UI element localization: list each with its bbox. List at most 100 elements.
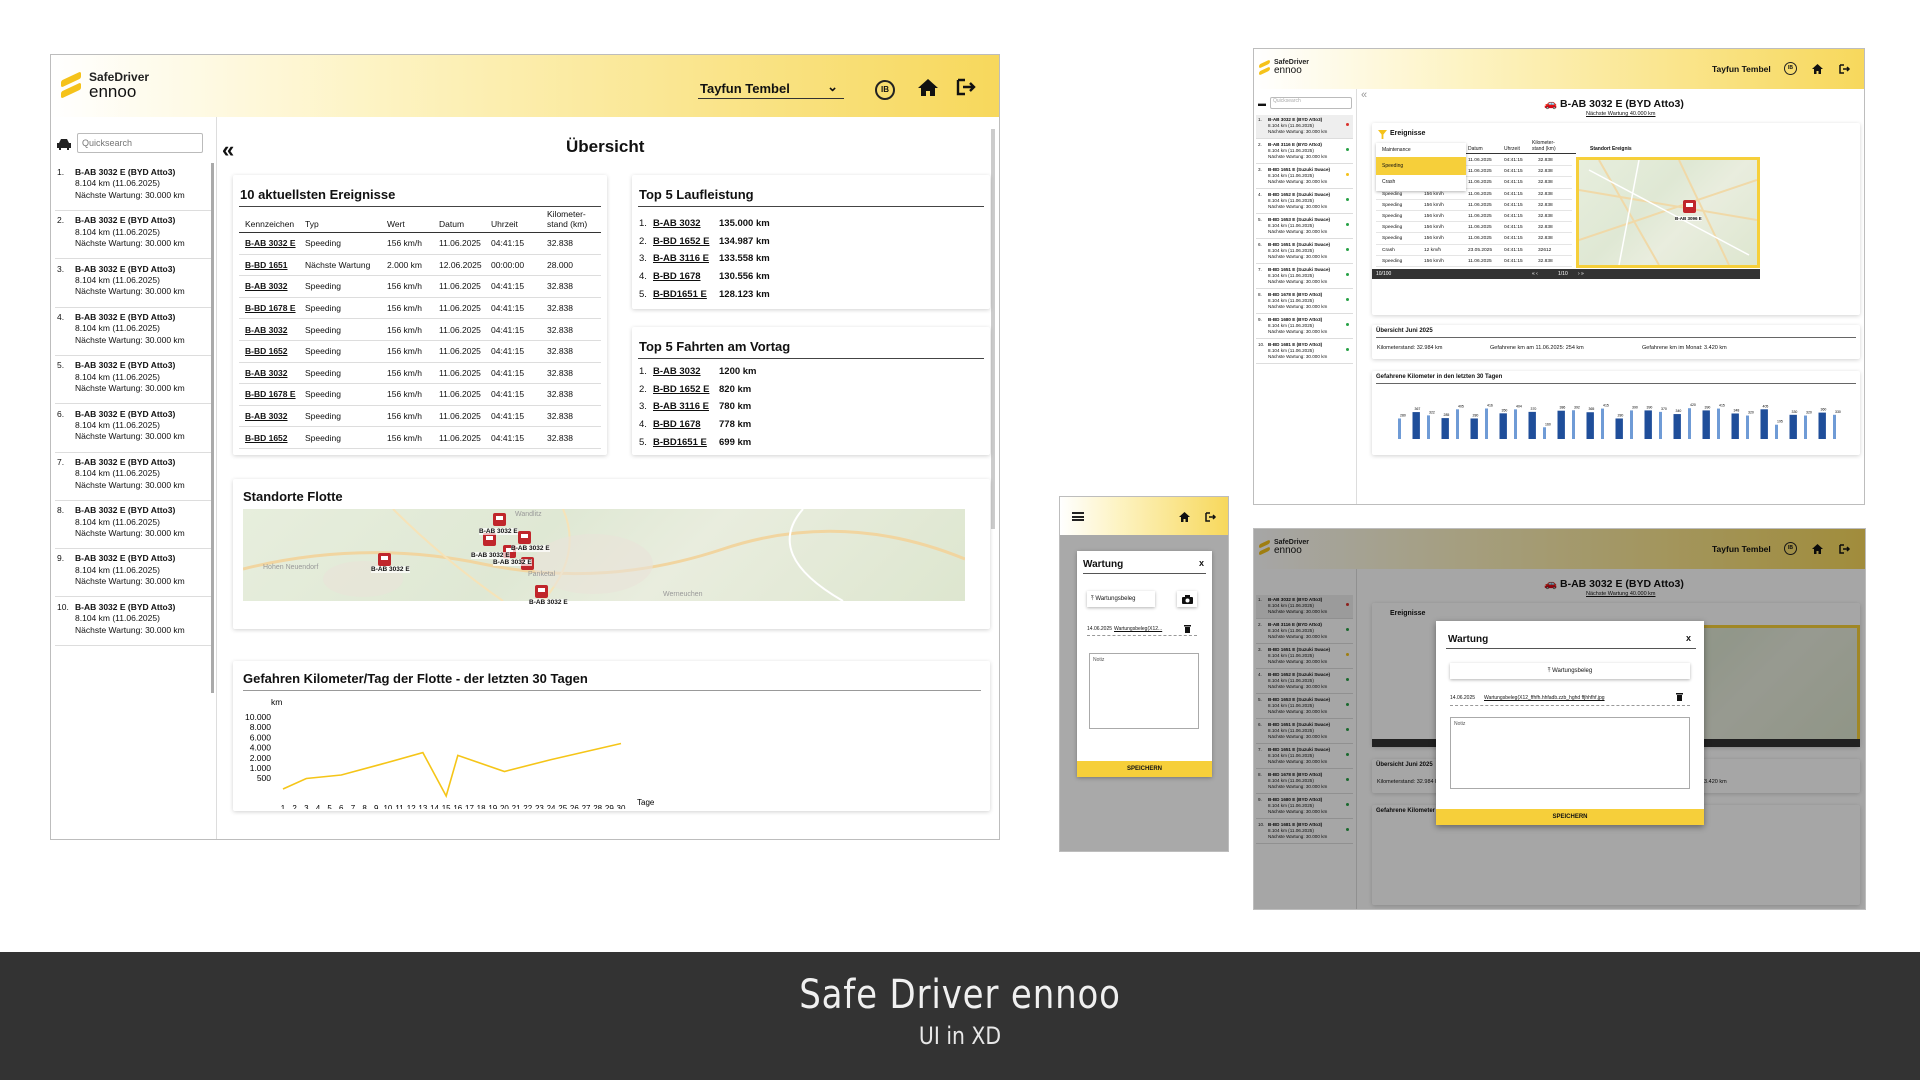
ib-icon[interactable]: IB [875, 80, 895, 100]
plate-link[interactable]: B-AB 3116 E [653, 400, 719, 414]
logout-icon[interactable] [1204, 511, 1217, 523]
fleet-map[interactable]: Hohen Neuendorf Panketal Werneuchen Wand… [243, 509, 965, 606]
collapse-icon[interactable]: « [222, 137, 234, 163]
file-link[interactable]: Wartungsbeleg(X12_ffhfh.hhfadb.zzb_hghd … [1484, 695, 1605, 701]
plate-link[interactable]: B-AB 3116 E [653, 252, 719, 266]
filter-option[interactable]: Maintenance [1376, 143, 1466, 157]
logout-icon[interactable] [1838, 63, 1851, 75]
note-textarea[interactable]: Notiz [1450, 717, 1690, 789]
plate-link[interactable]: B-BD1651 E [653, 288, 719, 302]
vehicle-list-item[interactable]: 5. B-AB 3032 E (BYD Atto3) 8.104 km (11.06… [55, 356, 213, 405]
table-row[interactable]: B-AB 3032 Speeding 156 km/h 11.06.2025 04:41… [239, 275, 601, 298]
vehicle-list-item[interactable]: 6. B-BD 1651 E (Suzuki Swace) 8.104 km (11… [1256, 240, 1353, 264]
table-row[interactable]: B-BD 1678 E Speeding 156 km/h 11.06.2025 04:… [239, 297, 601, 320]
plate-link[interactable]: B-AB 3032 [239, 275, 305, 298]
plate-link[interactable]: B-BD 1652 E [653, 235, 719, 249]
plate-link[interactable]: B-BD 1678 [653, 418, 719, 432]
plate-link[interactable]: B-AB 3032 [239, 362, 305, 385]
vehicle-list-item[interactable]: 3. B-AB 3032 E (BYD Atto3) 8.104 km (11.06… [55, 260, 213, 308]
vehicle-list-item[interactable]: 10. B-BD 1681 E (BYD Atto3) 8.104 km (11.0… [1256, 340, 1353, 364]
sidebar-scrollbar[interactable] [211, 163, 214, 693]
filter-icon[interactable] [1378, 130, 1387, 139]
vehicle-list-item[interactable]: 2. B-AB 3116 E (BYD Atto3) 8.104 km (11.06… [1256, 140, 1353, 164]
vehicle-list-item[interactable]: 1. B-AB 3032 E (BYD Atto3) 8.104 km (11.06… [55, 163, 213, 211]
plate-link[interactable]: B-BD 1652 [239, 340, 305, 363]
user-select[interactable]: Tayfun Tembel ⌄ [698, 79, 844, 99]
table-row[interactable]: B-BD 1651 Nächste Wartung 2.000 km 12.06.20… [239, 254, 601, 277]
vehicle-list-item[interactable]: 8. B-BD 1678 E (BYD Atto3) 8.104 km (11.06… [1256, 290, 1353, 314]
vehicle-list-item[interactable]: 9. B-BD 1680 E (BYD Atto3) 8.104 km (11.06… [1256, 315, 1353, 339]
camera-button[interactable] [1177, 591, 1197, 607]
user-name[interactable]: Tayfun Tembel [1712, 64, 1771, 74]
plate-link[interactable]: B-AB 3032 [653, 217, 719, 231]
pager-next-icon[interactable]: › » [1578, 269, 1584, 279]
plate-link[interactable]: B-BD 1678 E [239, 383, 305, 406]
plate-link[interactable]: B-AB 3032 [239, 318, 305, 341]
vehicle-list-item[interactable]: 5. B-BD 1653 E (Suzuki Swace) 8.104 km (11… [1256, 215, 1353, 239]
upload-receipt-button[interactable]: ⤒ Wartungsbeleg [1087, 591, 1155, 607]
note-textarea[interactable]: Notiz [1089, 653, 1199, 729]
vehicle-list-item[interactable]: 9. B-AB 3032 E (BYD Atto3) 8.104 km (11.06… [55, 549, 213, 598]
map-pin-icon[interactable] [518, 531, 531, 544]
col-header[interactable]: Kilometer-stand (km) [1532, 140, 1560, 152]
table-row[interactable]: Speeding 156 km/h 11.06.2025 04:41:15 32.838 [1376, 211, 1572, 223]
table-row[interactable]: Speeding 156 km/h 11.06.2025 04:41:15 32.838 [1376, 200, 1572, 211]
table-row[interactable]: B-AB 3032 Speeding 156 km/h 11.06.2025 04:41… [239, 318, 601, 341]
main-scrollbar[interactable] [991, 129, 995, 529]
table-row[interactable]: B-AB 3032 E Speeding 156 km/h 11.06.2025 04:… [239, 232, 601, 255]
trash-icon[interactable] [1184, 624, 1191, 633]
vehicle-list-item[interactable]: 10. B-AB 3032 E (BYD Atto3) 8.104 km (11.0… [55, 598, 213, 646]
home-icon[interactable] [1811, 63, 1824, 75]
filter-option[interactable]: Speeding [1376, 157, 1466, 175]
plate-link[interactable]: B-AB 3032 [653, 365, 719, 379]
vehicle-list-item[interactable]: 3. B-BD 1651 E (Suzuki Swace) 8.104 km (11… [1256, 165, 1353, 189]
menu-icon[interactable] [1072, 512, 1084, 521]
col-header[interactable]: Uhrzeit [1504, 146, 1520, 152]
table-row[interactable]: B-BD 1678 E Speeding 156 km/h 11.06.2025 04:… [239, 383, 601, 406]
plate-link[interactable]: B-BD 1678 E [239, 297, 305, 320]
quicksearch-input[interactable]: Quicksearch [1270, 97, 1352, 109]
map-pin-icon[interactable] [378, 553, 391, 566]
table-row[interactable]: Speeding 156 km/h 11.06.2025 04:41:15 32.838 [1376, 256, 1572, 267]
file-link[interactable]: Wartungsbeleg(X12... [1114, 626, 1162, 632]
trash-icon[interactable] [1676, 692, 1683, 701]
map-pin-icon[interactable] [1683, 200, 1696, 213]
filter-option[interactable]: Crash [1376, 175, 1466, 189]
table-row[interactable]: Crash 12 km/h 23.05.2025 04:41:15 32612 [1376, 245, 1572, 256]
vehicle-list-item[interactable]: 1. B-AB 3032 E (BYD Atto3) 8.104 km (11.06… [1256, 115, 1353, 139]
vehicle-list-item[interactable]: 2. B-AB 3032 E (BYD Atto3) 8.104 km (11.06… [55, 211, 213, 260]
save-button[interactable]: SPEICHERN [1077, 761, 1212, 777]
vehicle-list-item[interactable]: 7. B-BD 1651 E (Suzuki Swace) 8.104 km (11… [1256, 265, 1353, 289]
col-header[interactable]: Datum [1468, 146, 1483, 152]
upload-receipt-button[interactable]: ⤒ Wartungsbeleg [1450, 663, 1690, 679]
ib-icon[interactable]: IB [1784, 62, 1797, 75]
vehicle-list-item[interactable]: 4. B-AB 3032 E (BYD Atto3) 8.104 km (11.06… [55, 308, 213, 356]
table-row[interactable]: Speeding 156 km/h 11.06.2025 04:41:15 32.838 [1376, 222, 1572, 234]
plate-link[interactable]: B-BD 1652 E [653, 383, 719, 397]
close-icon[interactable]: x [1686, 633, 1691, 643]
map-pin-icon[interactable] [535, 585, 548, 598]
plate-link[interactable]: B-BD 1678 [653, 270, 719, 284]
vehicle-list-item[interactable]: 6. B-AB 3032 E (BYD Atto3) 8.104 km (11.06… [55, 405, 213, 453]
vehicle-list-item[interactable]: 8. B-AB 3032 E (BYD Atto3) 8.104 km (11.06… [55, 501, 213, 550]
table-row[interactable]: B-BD 1652 Speeding 156 km/h 11.06.2025 04:41… [239, 426, 601, 449]
table-row[interactable]: B-AB 3032 Speeding 156 km/h 11.06.2025 04:41… [239, 362, 601, 385]
logout-icon[interactable] [955, 77, 977, 97]
plate-link[interactable]: B-BD1651 E [653, 436, 719, 450]
home-icon[interactable] [917, 77, 939, 97]
collapse-icon[interactable]: « [1361, 89, 1367, 101]
table-row[interactable]: B-AB 3032 Speeding 156 km/h 11.06.2025 04:41… [239, 405, 601, 428]
plate-link[interactable]: B-AB 3032 E [239, 232, 305, 255]
home-icon[interactable] [1178, 511, 1191, 523]
close-icon[interactable]: x [1199, 558, 1204, 568]
filter-dropdown[interactable]: Maintenance Speeding Crash [1376, 143, 1466, 191]
event-map[interactable]: B-AB 3096 E [1576, 157, 1760, 268]
table-row[interactable]: Speeding 156 km/h 11.06.2025 04:41:15 32.838 [1376, 233, 1572, 245]
map-pin-icon[interactable] [493, 513, 506, 526]
vehicle-list-item[interactable]: 4. B-BD 1652 E (Suzuki Swace) 8.104 km (11… [1256, 190, 1353, 214]
quicksearch-input[interactable] [77, 133, 203, 153]
table-row[interactable]: B-BD 1652 Speeding 156 km/h 11.06.2025 04:41… [239, 340, 601, 363]
plate-link[interactable]: B-BD 1652 [239, 426, 305, 449]
plate-link[interactable]: B-AB 3032 [239, 405, 305, 428]
pager-prev-icon[interactable]: « ‹ [1532, 269, 1538, 279]
